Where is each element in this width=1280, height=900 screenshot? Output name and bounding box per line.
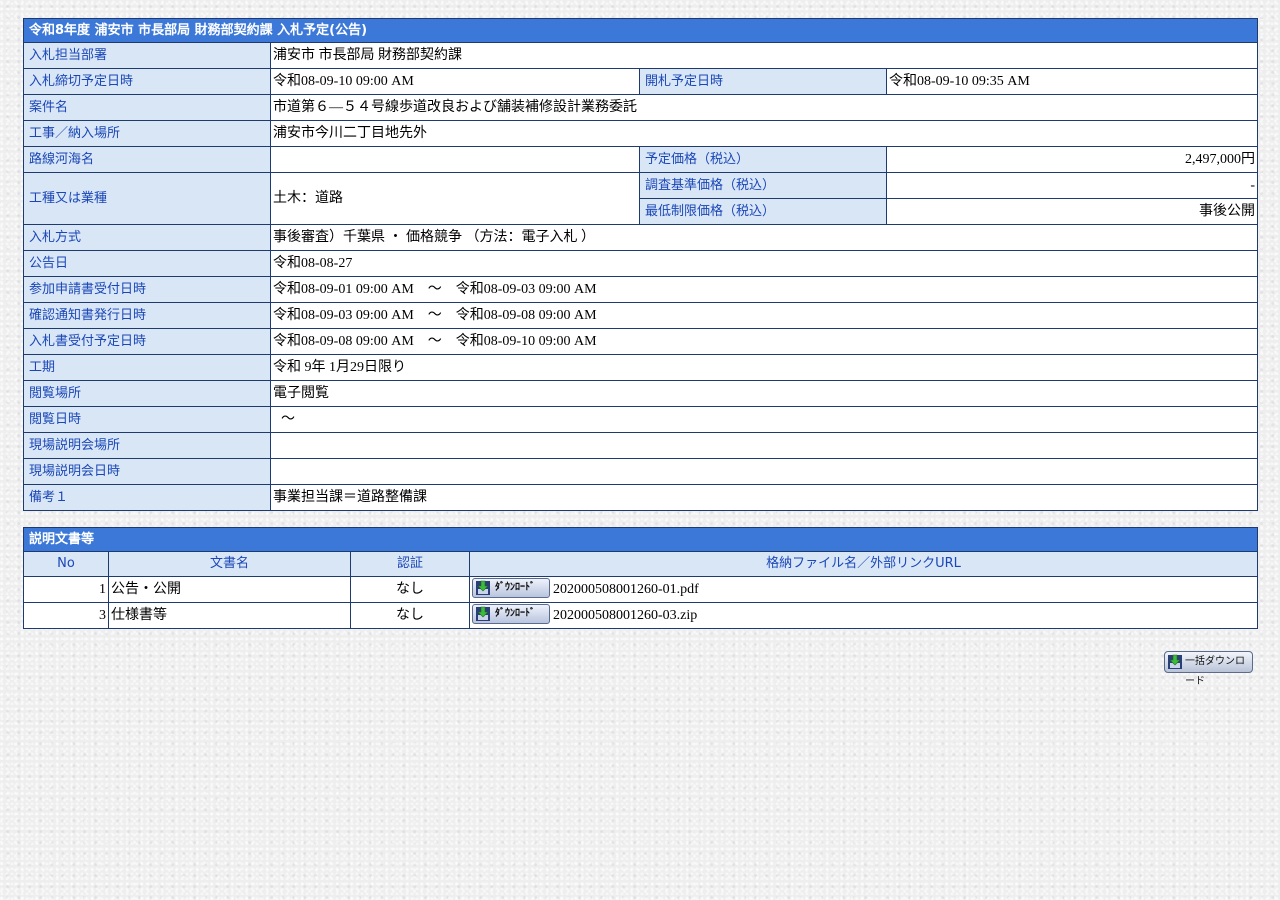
documents-header-row: No 文書名 認証 格納ファイル名／外部リンクURL <box>23 551 1259 577</box>
doc-file-name: 202000508001260-03.zip <box>553 608 698 623</box>
place-value: 浦安市今川二丁目地先外 <box>269 120 1259 147</box>
notice-title: 令和8年度 浦安市 市長部局 財務部契約課 入札予定(公告) <box>22 18 1259 43</box>
doc-auth: なし <box>350 576 470 603</box>
confirm-value: 令和08-09-03 09:00 AM ～ 令和08-09-08 09:00 A… <box>269 302 1259 329</box>
dept-label: 入札担当部署 <box>23 42 271 69</box>
opening-value: 令和08-09-10 09:35 AM <box>885 68 1259 95</box>
documents-title: 説明文書等 <box>22 527 1259 552</box>
method-value: 事後審査）千葉県 ・ 価格競争 （方法：電子入札 ） <box>269 224 1259 251</box>
confirm-label: 確認通知書発行日時 <box>23 302 271 329</box>
row-view-place: 閲覧場所 電子閲覧 <box>23 380 1259 407</box>
type-value: 土木：道路 <box>270 172 640 225</box>
row-route: 路線河海名 予定価格（税込） 2,497,000円 <box>23 146 1259 173</box>
download-button[interactable]: ﾀﾞｳﾝﾛｰﾄﾞ <box>472 578 550 599</box>
doc-name: 公告・公開 <box>108 576 351 603</box>
remarks-value: 事業担当課＝道路整備課 <box>269 484 1259 511</box>
doc-file-cell: ﾀﾞｳﾝﾛｰﾄﾞ 202000508001260-03.zip <box>468 602 1259 629</box>
header-auth: 認証 <box>350 551 470 577</box>
row-view-date: 閲覧日時 ～ <box>23 406 1259 433</box>
place-label: 工事／納入場所 <box>23 120 271 147</box>
row-briefing-place: 現場説明会場所 <box>23 432 1259 459</box>
row-type-1: 工種又は業種 土木：道路 調査基準価格（税込） - <box>23 172 1259 225</box>
case-value: 市道第６―５４号線歩道改良および舗装補修設計業務委託 <box>269 94 1259 121</box>
documents-title-row: 説明文書等 <box>22 527 1259 552</box>
row-briefing-date: 現場説明会日時 <box>23 458 1259 485</box>
announce-value: 令和08-08-27 <box>269 250 1259 277</box>
survey-price-label: 調査基準価格（税込） <box>639 172 887 199</box>
download-icon <box>476 580 490 596</box>
bid-receive-value: 令和08-09-08 09:00 AM ～ 令和08-09-10 09:00 A… <box>269 328 1259 355</box>
apply-value: 令和08-09-01 09:00 AM ～ 令和08-09-03 09:00 A… <box>269 276 1259 303</box>
download-label: ﾀﾞｳﾝﾛｰﾄﾞ <box>495 582 535 594</box>
method-label: 入札方式 <box>23 224 271 251</box>
briefing-place-label: 現場説明会場所 <box>23 432 271 459</box>
case-label: 案件名 <box>23 94 271 121</box>
doc-file-name: 202000508001260-01.pdf <box>553 582 699 597</box>
row-method: 入札方式 事後審査）千葉県 ・ 価格競争 （方法：電子入札 ） <box>23 224 1259 251</box>
row-dept: 入札担当部署 浦安市 市長部局 財務部契約課 <box>23 42 1259 69</box>
header-no: No <box>23 551 109 577</box>
est-price-value: 2,497,000円 <box>885 146 1259 173</box>
est-price-label: 予定価格（税込） <box>639 146 887 173</box>
row-confirm: 確認通知書発行日時 令和08-09-03 09:00 AM ～ 令和08-09-… <box>23 302 1259 329</box>
view-date-label: 閲覧日時 <box>23 406 271 433</box>
deadline-label: 入札締切予定日時 <box>23 68 271 95</box>
opening-label: 開札予定日時 <box>639 68 887 95</box>
doc-no: 3 <box>23 602 109 629</box>
view-place-label: 閲覧場所 <box>23 380 271 407</box>
row-period: 工期 令和 9年 1月29日限り <box>23 354 1259 381</box>
min-price-label: 最低制限価格（税込） <box>639 198 887 225</box>
period-value: 令和 9年 1月29日限り <box>269 354 1259 381</box>
briefing-date-label: 現場説明会日時 <box>23 458 271 485</box>
table-row: 1 公告・公開 なし ﾀﾞｳﾝﾛｰﾄﾞ 202000508001260-01.p… <box>23 576 1259 603</box>
row-remarks: 備考１ 事業担当課＝道路整備課 <box>23 484 1259 511</box>
doc-name: 仕様書等 <box>108 602 351 629</box>
download-icon <box>1168 654 1182 669</box>
route-label: 路線河海名 <box>23 146 271 173</box>
doc-file-cell: ﾀﾞｳﾝﾛｰﾄﾞ 202000508001260-01.pdf <box>468 576 1259 603</box>
row-bid-receive: 入札書受付予定日時 令和08-09-08 09:00 AM ～ 令和08-09-… <box>23 328 1259 355</box>
briefing-place-value <box>269 432 1259 459</box>
header-name: 文書名 <box>108 551 351 577</box>
period-label: 工期 <box>23 354 271 381</box>
page-content: 令和8年度 浦安市 市長部局 財務部契約課 入札予定(公告) 入札担当部署 浦安… <box>22 18 1259 629</box>
survey-price-value: - <box>885 172 1259 199</box>
view-place-value: 電子閲覧 <box>269 380 1259 407</box>
min-price-value: 事後公開 <box>885 198 1259 225</box>
row-deadline: 入札締切予定日時 令和08-09-10 09:00 AM 開札予定日時 令和08… <box>23 68 1259 95</box>
notice-title-row: 令和8年度 浦安市 市長部局 財務部契約課 入札予定(公告) <box>22 18 1259 43</box>
dept-value: 浦安市 市長部局 財務部契約課 <box>269 42 1259 69</box>
bulk-download-button[interactable]: 一括ダウンロード <box>1164 651 1253 687</box>
apply-label: 参加申請書受付日時 <box>23 276 271 303</box>
row-place: 工事／納入場所 浦安市今川二丁目地先外 <box>23 120 1259 147</box>
documents-table: 説明文書等 No 文書名 認証 格納ファイル名／外部リンクURL 1 公告・公開… <box>22 527 1259 629</box>
doc-auth: なし <box>350 602 470 629</box>
briefing-date-value <box>269 458 1259 485</box>
view-date-value: ～ <box>269 406 1259 433</box>
remarks-label: 備考１ <box>23 484 271 511</box>
table-row: 3 仕様書等 なし ﾀﾞｳﾝﾛｰﾄﾞ 202000508001260-03.zi… <box>23 602 1259 629</box>
deadline-value: 令和08-09-10 09:00 AM <box>270 68 640 95</box>
announce-label: 公告日 <box>23 250 271 277</box>
bid-receive-label: 入札書受付予定日時 <box>23 328 271 355</box>
row-case: 案件名 市道第６―５４号線歩道改良および舗装補修設計業務委託 <box>23 94 1259 121</box>
row-apply: 参加申請書受付日時 令和08-09-01 09:00 AM ～ 令和08-09-… <box>23 276 1259 303</box>
doc-no: 1 <box>23 576 109 603</box>
bulk-download-label: 一括ダウンロード <box>1185 656 1245 687</box>
row-announce: 公告日 令和08-08-27 <box>23 250 1259 277</box>
route-value <box>270 146 640 173</box>
type-label: 工種又は業種 <box>23 172 271 225</box>
notice-table: 令和8年度 浦安市 市長部局 財務部契約課 入札予定(公告) 入札担当部署 浦安… <box>22 18 1259 511</box>
download-button[interactable]: ﾀﾞｳﾝﾛｰﾄﾞ <box>472 604 550 625</box>
download-icon <box>476 606 490 622</box>
header-file: 格納ファイル名／外部リンクURL <box>468 551 1259 577</box>
download-label: ﾀﾞｳﾝﾛｰﾄﾞ <box>495 608 535 620</box>
